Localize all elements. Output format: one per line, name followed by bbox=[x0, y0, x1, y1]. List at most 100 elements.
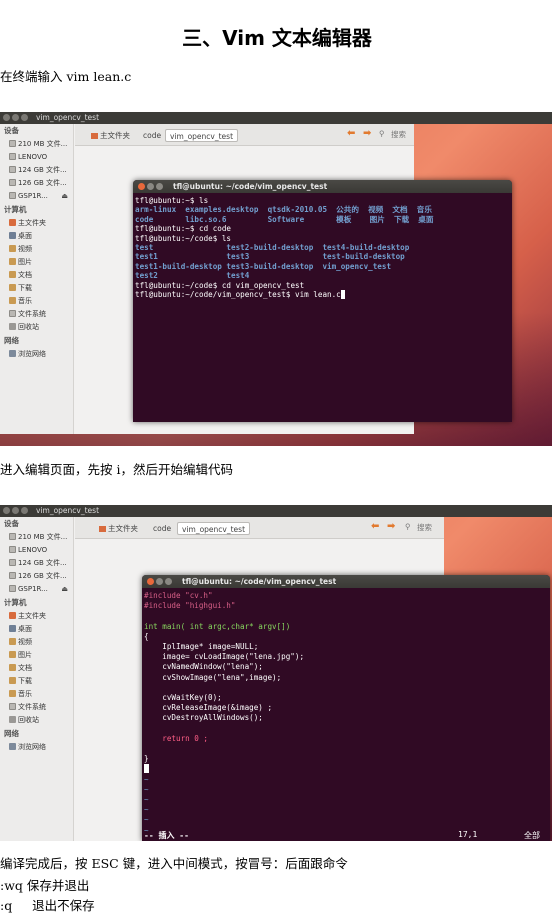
sidebar-item-device[interactable]: 210 MB 文件... bbox=[0, 138, 73, 151]
sidebar-item-device[interactable]: 126 GB 文件... bbox=[0, 570, 73, 583]
text-cursor bbox=[340, 290, 346, 300]
sidebar-header-devices: 设备 bbox=[4, 519, 19, 528]
paragraph-edit-instruction: 进入编辑页面，先按 i，然后开始编辑代码 bbox=[0, 462, 233, 477]
trash-icon bbox=[9, 323, 16, 330]
sidebar-item-pictures[interactable]: 图片 bbox=[0, 649, 73, 662]
sidebar-item-device[interactable]: LENOVO bbox=[0, 151, 73, 164]
sidebar-item-documents[interactable]: 文档 bbox=[0, 662, 73, 675]
close-icon[interactable] bbox=[3, 114, 10, 121]
terminal-window[interactable]: tfl@ubuntu: ~/code/vim_opencv_test #incl… bbox=[142, 575, 550, 841]
sidebar-item-trash[interactable]: 回收站 bbox=[0, 714, 73, 727]
terminal-title: tfl@ubuntu: ~/code/vim_opencv_test bbox=[173, 182, 328, 191]
vim-statusline: -- 插入 -- 17,1 全部 bbox=[142, 829, 550, 841]
sidebar-item-device[interactable]: 126 GB 文件... bbox=[0, 177, 73, 190]
toolbar: 主文件夹 code vim_opencv_test ⬅ ➡ ⚲ 搜索 bbox=[75, 124, 414, 146]
sidebar-item-trash[interactable]: 回收站 bbox=[0, 321, 73, 334]
forward-arrow-icon[interactable]: ➡ bbox=[387, 521, 395, 532]
eject-icon[interactable]: ⏏ bbox=[61, 190, 68, 203]
sidebar-item-desktop[interactable]: 桌面 bbox=[0, 623, 73, 636]
network-icon bbox=[9, 350, 16, 357]
sidebar-item-music[interactable]: 音乐 bbox=[0, 295, 73, 308]
paragraph-q: :q 退出不保存 bbox=[0, 898, 95, 913]
home-folder-icon bbox=[9, 612, 16, 619]
download-folder-icon bbox=[9, 677, 16, 684]
minimize-icon[interactable] bbox=[156, 578, 163, 585]
close-icon[interactable] bbox=[147, 578, 154, 585]
sidebar: 设备 210 MB 文件... LENOVO 124 GB 文件... 126 … bbox=[0, 124, 74, 434]
sidebar-item-music[interactable]: 音乐 bbox=[0, 688, 73, 701]
sidebar-item-device[interactable]: 124 GB 文件... bbox=[0, 164, 73, 177]
breadcrumb-code[interactable]: code bbox=[149, 522, 175, 535]
minimize-icon[interactable] bbox=[147, 183, 154, 190]
video-folder-icon bbox=[9, 638, 16, 645]
search-icon[interactable]: ⚲ bbox=[379, 129, 385, 138]
home-icon bbox=[99, 526, 106, 532]
sidebar-item-downloads[interactable]: 下载 bbox=[0, 282, 73, 295]
sidebar-item-documents[interactable]: 文档 bbox=[0, 269, 73, 282]
sidebar-item-videos[interactable]: 视频 bbox=[0, 636, 73, 649]
breadcrumb-home[interactable]: 主文件夹 bbox=[87, 129, 134, 142]
sidebar-item-home[interactable]: 主文件夹 bbox=[0, 610, 73, 623]
paragraph-wq: :wq 保存并退出 bbox=[0, 878, 90, 893]
desktop-icon bbox=[9, 232, 16, 239]
back-arrow-icon[interactable]: ⬅ bbox=[371, 521, 379, 532]
maximize-icon[interactable] bbox=[21, 507, 28, 514]
vim-buffer[interactable]: #include "cv.h" #include "highgui.h" int… bbox=[142, 588, 550, 839]
vim-mode: -- 插入 -- bbox=[144, 831, 189, 840]
drive-icon bbox=[9, 572, 16, 579]
sidebar-item-browse-network[interactable]: 浏览网络 bbox=[0, 348, 73, 361]
terminal-titlebar: tfl@ubuntu: ~/code/vim_opencv_test bbox=[133, 180, 512, 193]
maximize-icon[interactable] bbox=[21, 114, 28, 121]
back-arrow-icon[interactable]: ⬅ bbox=[347, 128, 355, 139]
search-button[interactable]: 搜索 bbox=[391, 129, 406, 140]
terminal-window[interactable]: tfl@ubuntu: ~/code/vim_opencv_test tfl@u… bbox=[133, 180, 512, 422]
sidebar-header-computer: 计算机 bbox=[4, 205, 27, 214]
desktop-icon bbox=[9, 625, 16, 632]
sidebar-item-device[interactable]: 210 MB 文件... bbox=[0, 531, 73, 544]
screenshot-terminal: vim_opencv_test 设备 210 MB 文件... LENOVO 1… bbox=[0, 112, 552, 446]
text-cursor bbox=[144, 764, 149, 774]
sidebar-item-downloads[interactable]: 下载 bbox=[0, 675, 73, 688]
sidebar-item-videos[interactable]: 视频 bbox=[0, 243, 73, 256]
close-icon[interactable] bbox=[138, 183, 145, 190]
sidebar-item-pictures[interactable]: 图片 bbox=[0, 256, 73, 269]
scroll-position: 全部 bbox=[524, 831, 540, 840]
breadcrumb-vim-opencv-test[interactable]: vim_opencv_test bbox=[165, 129, 239, 142]
drive-icon bbox=[9, 559, 16, 566]
trash-icon bbox=[9, 716, 16, 723]
eject-icon[interactable]: ⏏ bbox=[61, 583, 68, 596]
sidebar-item-filesystem[interactable]: 文件系统 bbox=[0, 308, 73, 321]
sidebar-item-home[interactable]: 主文件夹 bbox=[0, 217, 73, 230]
sidebar-header-devices: 设备 bbox=[4, 126, 19, 135]
terminal-title: tfl@ubuntu: ~/code/vim_opencv_test bbox=[182, 577, 337, 586]
drive-icon bbox=[9, 192, 16, 199]
sidebar-item-filesystem[interactable]: 文件系统 bbox=[0, 701, 73, 714]
page-title: 三、Vim 文本编辑器 bbox=[182, 26, 372, 50]
breadcrumb-home[interactable]: 主文件夹 bbox=[95, 522, 142, 535]
sidebar-item-device[interactable]: GSP1R... ⏏ bbox=[0, 190, 73, 203]
maximize-icon[interactable] bbox=[165, 578, 172, 585]
breadcrumb-code[interactable]: code bbox=[139, 129, 165, 142]
sidebar-item-desktop[interactable]: 桌面 bbox=[0, 230, 73, 243]
sidebar-item-device[interactable]: LENOVO bbox=[0, 544, 73, 557]
music-folder-icon bbox=[9, 690, 16, 697]
sidebar-item-device[interactable]: GSP1R... ⏏ bbox=[0, 583, 73, 596]
screenshot-vim-editor: vim_opencv_test 设备 210 MB 文件... LENOVO 1… bbox=[0, 505, 552, 841]
forward-arrow-icon[interactable]: ➡ bbox=[363, 128, 371, 139]
breadcrumb-vim-opencv-test[interactable]: vim_opencv_test bbox=[177, 522, 251, 535]
filesystem-icon bbox=[9, 310, 16, 317]
sidebar-item-device[interactable]: 124 GB 文件... bbox=[0, 557, 73, 570]
close-icon[interactable] bbox=[3, 507, 10, 514]
maximize-icon[interactable] bbox=[156, 183, 163, 190]
sidebar-item-browse-network[interactable]: 浏览网络 bbox=[0, 741, 73, 754]
window-title: vim_opencv_test bbox=[36, 506, 100, 515]
paragraph-intro: 在终端输入 vim lean.c bbox=[0, 69, 132, 84]
minimize-icon[interactable] bbox=[12, 114, 19, 121]
sidebar-header-network: 网络 bbox=[4, 729, 19, 738]
search-icon[interactable]: ⚲ bbox=[405, 522, 411, 531]
minimize-icon[interactable] bbox=[12, 507, 19, 514]
sidebar-header-computer: 计算机 bbox=[4, 598, 27, 607]
drive-icon bbox=[9, 546, 16, 553]
search-button[interactable]: 搜索 bbox=[417, 522, 432, 533]
music-folder-icon bbox=[9, 297, 16, 304]
